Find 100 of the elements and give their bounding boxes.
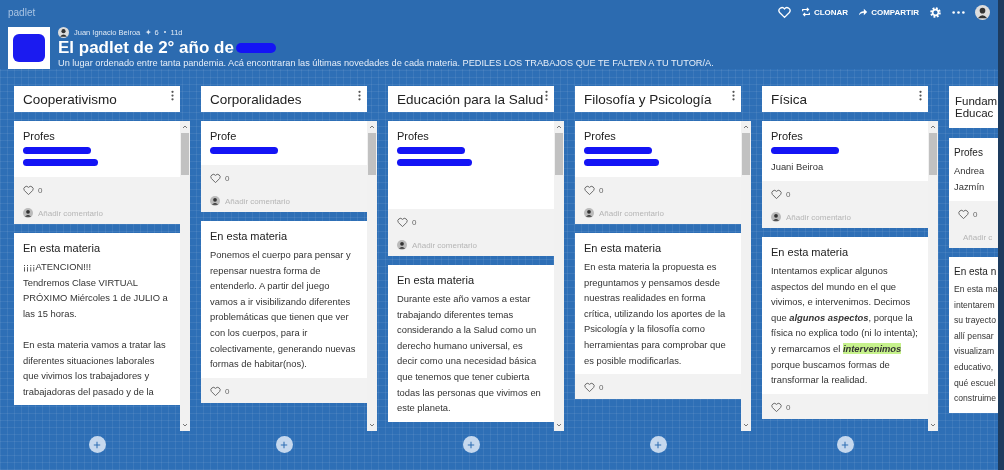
share-button[interactable]: COMPARTIR: [858, 7, 919, 18]
column-title: Educación para la Salud: [397, 91, 544, 107]
avatar-icon: [23, 208, 33, 218]
more-icon[interactable]: [952, 9, 965, 15]
board-title: El padlet de 2° año de: [58, 37, 234, 58]
like-count: 0: [412, 218, 417, 227]
more-icon[interactable]: [545, 90, 548, 101]
plus-icon: [280, 440, 288, 449]
post-title: En esta materia: [771, 246, 850, 258]
post-text: En esta ma: [954, 283, 998, 296]
post-title: Profes: [23, 130, 56, 142]
column-title: Filosofía y Psicología: [584, 91, 712, 107]
like-count: 0: [225, 174, 230, 183]
plus-icon: [654, 440, 662, 449]
add-post-button[interactable]: [836, 436, 854, 453]
heart-icon[interactable]: [958, 209, 969, 220]
post-title: Profes: [771, 130, 804, 142]
avatar-icon: [397, 240, 407, 250]
post-card[interactable]: [201, 221, 367, 403]
teacher-name: Jazmín: [954, 180, 986, 194]
like-count: 0: [38, 186, 43, 195]
post-text: educativo,: [954, 360, 995, 374]
author-avatar-icon: [58, 26, 69, 38]
redaction-mark: [584, 147, 652, 154]
avatar-icon[interactable]: [975, 4, 990, 20]
board-description: Un lugar ordenado entre tanta pandemia. Acá encontraran las últimas novedades de cada materia. PEDILES LOS TRABAJOS QUE TE FALTEN A TU TUTOR/A.: [58, 57, 714, 68]
redaction-mark: [397, 147, 465, 154]
teacher-name: Andrea: [954, 164, 986, 178]
settings-icon[interactable]: [929, 5, 942, 19]
post-text: Tendremos Clase VIRTUAL PRÓXIMO Miércoles 1 de JULIO a las 15 horas.: [23, 275, 169, 321]
plus-icon: [467, 440, 475, 449]
add-post-button[interactable]: [275, 436, 293, 453]
avatar-icon: [210, 196, 220, 206]
scrollbar[interactable]: [741, 121, 751, 431]
scrollbar[interactable]: [554, 121, 564, 431]
post-text: construime: [954, 392, 998, 406]
post-card[interactable]: [388, 265, 554, 422]
column-title: Física: [771, 91, 807, 107]
redaction-mark: [210, 147, 278, 154]
post-card[interactable]: [575, 233, 741, 400]
post-text: En esta materia la propuesta es preguntamos y pensamos desde nuestras realidades en forma crítica, utilizando los aportes de la Psicología y la filosofía como herramientas para comprobar que es posible modificarlas.: [584, 260, 727, 368]
heart-icon[interactable]: [210, 173, 221, 184]
more-icon[interactable]: [919, 90, 922, 101]
post-text: ¡¡¡¡ATENCION!!!: [23, 260, 93, 274]
column-title: Educac: [955, 107, 995, 119]
post-text: allí pensar: [954, 329, 995, 343]
post-text: Durante este año vamos a estar trabajando diferentes temas considerando a la Salud como un derecho humano universal, es decir como una necesidad básica que tenemos que tener cubierta todas las personas que vivimos en este planeta.: [397, 292, 542, 416]
post-title: Profes: [954, 147, 984, 158]
heart-icon[interactable]: [771, 401, 782, 413]
avatar-icon: [584, 208, 594, 218]
post-text: visualizam: [954, 345, 996, 359]
column-title: Corporalidades: [210, 91, 302, 107]
heart-icon[interactable]: [584, 185, 595, 196]
post-title: En esta n: [954, 266, 998, 277]
share-icon: [858, 7, 869, 18]
teacher-name: Juani Beiroa: [771, 160, 825, 174]
like-count: 0: [599, 383, 604, 393]
redaction-mark: [771, 147, 839, 154]
scrollbar[interactable]: [367, 121, 377, 431]
post-title: En esta materia: [210, 230, 289, 242]
redaction-mark: [23, 147, 91, 154]
post-card[interactable]: [14, 233, 180, 406]
post-card[interactable]: [762, 237, 928, 419]
scrollbar[interactable]: [928, 121, 938, 431]
post-title: En esta materia: [397, 274, 476, 286]
heart-icon[interactable]: [210, 385, 221, 397]
post-text: Intentamos explicar algunos aspectos del mundo en el que vivimos, e intervenimos. Decimos que algunos aspectos, porque la física no explica todo (ni lo intenta); y remarcamos el intervenimos porque buscamos formas de transformar la realidad.: [771, 264, 919, 388]
post-text: intentarem: [954, 298, 996, 312]
post-title: En esta materia: [584, 242, 663, 254]
like-count: 0: [786, 190, 791, 199]
post-title: Profe: [210, 130, 238, 142]
post-text: Ponemos el cuerpo para pensar y repensar nuestra forma de entenderlo. A partir del juego vamos a ir visibilizando diferentes problemáticas que tienen que ver con los cuerpos, para ir colectivamente, generando nuevas formas de habitar(nos).: [210, 248, 357, 372]
post-title: Profes: [397, 130, 430, 142]
heart-icon[interactable]: [771, 189, 782, 200]
arrows-icon: [800, 7, 811, 18]
post-text: su trayecto: [954, 314, 998, 328]
post-title: Profes: [584, 130, 617, 142]
more-icon[interactable]: [358, 90, 361, 101]
more-icon[interactable]: [171, 90, 174, 101]
avatar-icon: [771, 212, 781, 222]
heart-icon[interactable]: [584, 382, 595, 394]
plus-icon: [841, 440, 849, 449]
like-count: 0: [973, 210, 978, 219]
heart-icon[interactable]: [23, 185, 34, 196]
more-icon[interactable]: [732, 90, 735, 101]
heart-icon[interactable]: [397, 217, 408, 228]
clone-button[interactable]: CLONAR: [800, 7, 849, 18]
post-text: En esta materia vamos a tratar las diferentes situaciones laborales que vivimos los trabajadores y trabajadoras del pasado y de la: [23, 337, 167, 399]
add-post-button[interactable]: [88, 436, 106, 453]
app-name[interactable]: padlet: [8, 6, 36, 18]
scrollbar[interactable]: [180, 121, 190, 431]
post-card[interactable]: En esta n En esta ma intentarem su trayecto allí pensar visualizam educativo, qué escuel construime: [949, 257, 998, 413]
like-count: 0: [786, 402, 791, 412]
like-count: 0: [225, 386, 230, 396]
like-count: 0: [599, 186, 604, 195]
column-title: Cooperativismo: [23, 91, 117, 107]
post-text: qué escuel: [954, 376, 997, 390]
add-post-button[interactable]: [649, 436, 667, 453]
add-post-button[interactable]: [462, 436, 480, 453]
column-title: Fundam: [955, 95, 998, 107]
